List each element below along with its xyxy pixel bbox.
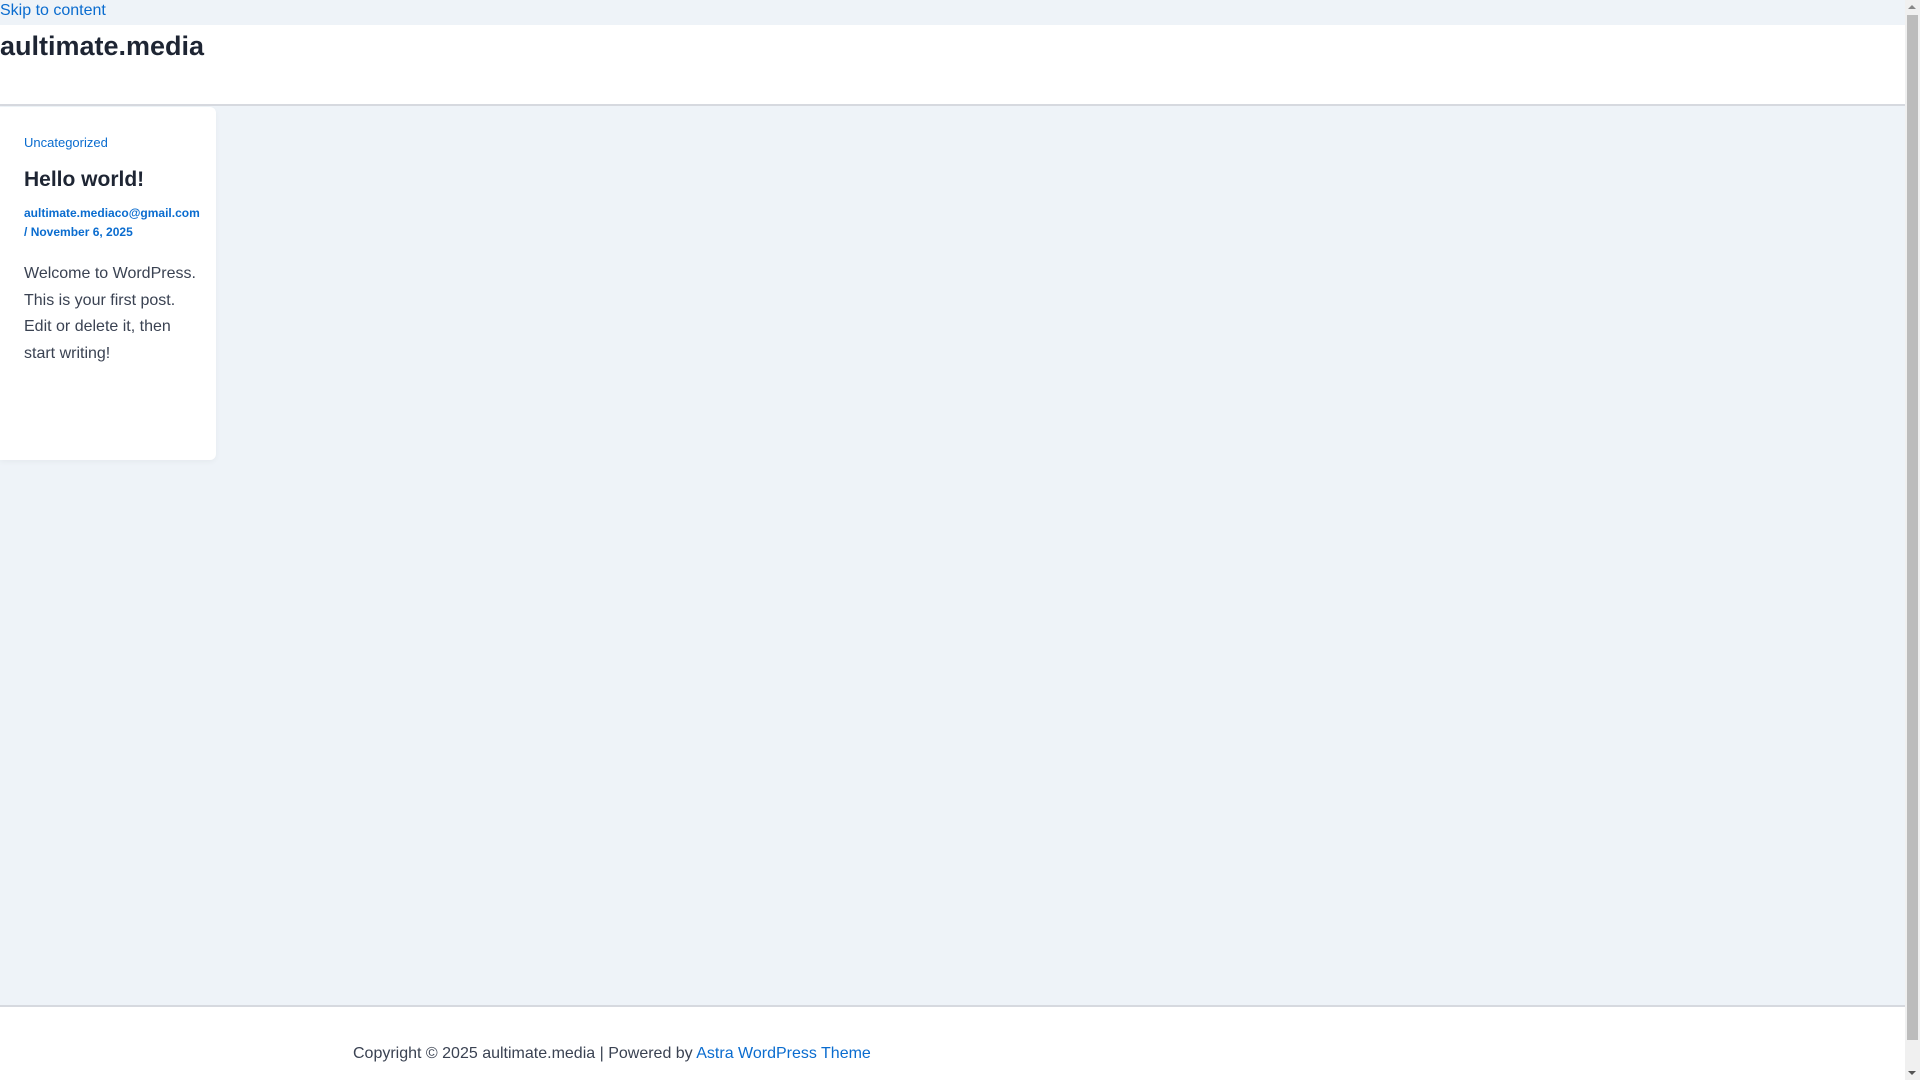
post-title-link[interactable]: Hello world! — [24, 168, 216, 192]
site-header: aultimate.media — [0, 25, 1905, 106]
astra-theme-link[interactable]: Astra WordPress Theme — [696, 1045, 871, 1062]
meta-separator: / — [24, 225, 28, 239]
footer-copyright: Copyright © 2025 aultimate.media | Power… — [353, 1045, 871, 1063]
site-title[interactable]: aultimate.media — [0, 31, 204, 62]
scroll-down-arrow-icon[interactable] — [1908, 1071, 1916, 1075]
post-excerpt: Welcome to WordPress. This is your first… — [24, 265, 196, 362]
skip-to-content-link[interactable]: Skip to content — [0, 2, 106, 20]
scroll-up-arrow-icon[interactable] — [1908, 5, 1916, 9]
scrollbar-thumb[interactable] — [1907, 15, 1918, 1040]
post-date-link[interactable]: November 6, 2025 — [31, 225, 133, 239]
copyright-text: Copyright © 2025 aultimate.media | Power… — [353, 1045, 697, 1062]
post-author-link[interactable]: aultimate.mediaco@gmail.com — [24, 206, 200, 220]
site-footer: Copyright © 2025 aultimate.media | Power… — [0, 1005, 1905, 1080]
page: Skip to content aultimate.media Uncatego… — [0, 0, 1905, 1080]
post-card: Uncategorized Hello world! aultimate.med… — [0, 107, 216, 460]
post-meta: aultimate.mediaco@gmail.com / November 6… — [24, 204, 214, 242]
vertical-scrollbar[interactable] — [1905, 0, 1920, 1080]
post-category-link[interactable]: Uncategorized — [24, 135, 216, 150]
